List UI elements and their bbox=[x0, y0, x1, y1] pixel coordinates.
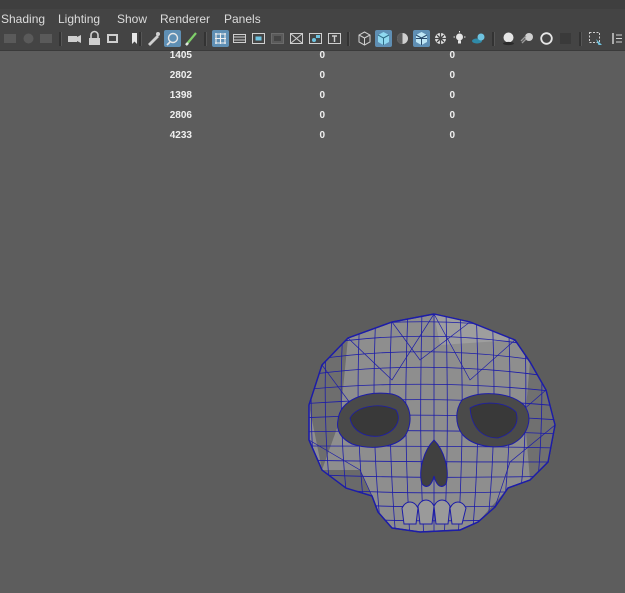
skull-mesh[interactable] bbox=[0, 0, 625, 593]
